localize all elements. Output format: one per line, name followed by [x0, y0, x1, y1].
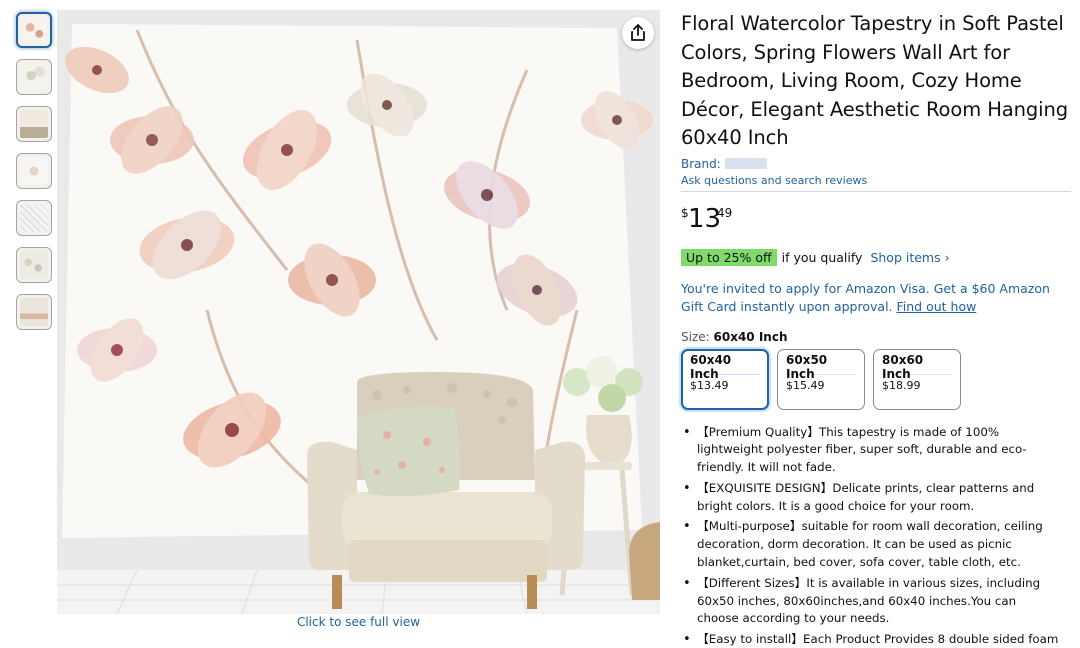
size-option-80x60[interactable]: 80x60 Inch $18.99: [873, 348, 961, 410]
price-fraction: 49: [717, 205, 733, 220]
visa-offer-text: You're invited to apply for Amazon Visa.…: [681, 280, 1050, 314]
product-details: Floral Watercolor Tapestry in Soft Paste…: [681, 10, 1071, 648]
shop-items-link[interactable]: Shop items ›: [870, 250, 949, 265]
brand-link[interactable]: Brand:: [681, 157, 721, 171]
size-option-name: 60x50 Inch: [786, 353, 856, 381]
size-option-price: $18.99: [882, 378, 921, 392]
thumbnail-2[interactable]: [16, 59, 52, 95]
thumbnail-6[interactable]: [16, 247, 52, 283]
share-icon: [631, 24, 645, 41]
feature-bullet: 【Multi-purpose】suitable for room wall de…: [681, 518, 1061, 571]
ask-questions-link[interactable]: Ask questions and search reviews: [681, 174, 1071, 192]
size-label: Size: 60x40 Inch: [681, 330, 1071, 344]
feature-bullet: 【EXQUISITE DESIGN】Delicate prints, clear…: [681, 480, 1061, 516]
thumbnail-4[interactable]: [16, 153, 52, 189]
feature-bullet: 【Easy to install】Each Product Provides 8…: [681, 631, 1061, 648]
thumbnail-7[interactable]: [16, 294, 52, 330]
click-to-see-full-view-link[interactable]: Click to see full view: [57, 615, 660, 629]
size-option-price: $13.49: [690, 378, 729, 392]
thumbnail-5[interactable]: [16, 200, 52, 236]
thumbnail-1[interactable]: [16, 12, 52, 48]
price: $ 13 49: [681, 204, 1071, 238]
deal-row: Up to 25% off if you qualify Shop items …: [681, 249, 1071, 267]
feature-bullets: 【Premium Quality】This tapestry is made o…: [681, 424, 1061, 648]
find-out-how-link[interactable]: Find out how: [897, 299, 977, 314]
size-option-60x40[interactable]: 60x40 Inch $13.49: [681, 348, 769, 410]
size-option-name: 80x60 Inch: [882, 353, 952, 381]
share-button[interactable]: [622, 17, 654, 49]
amazon-visa-offer: You're invited to apply for Amazon Visa.…: [681, 280, 1071, 316]
main-product-image[interactable]: [57, 10, 660, 614]
size-label-text: Size:: [681, 329, 710, 344]
brand-name-redacted: [724, 158, 767, 169]
brand-row: Brand:: [681, 156, 1071, 172]
thumbnail-3[interactable]: [16, 106, 52, 142]
thumbnail-strip: [16, 12, 54, 341]
size-selected-value: 60x40 Inch: [713, 329, 788, 344]
deal-badge: Up to 25% off: [681, 249, 777, 266]
deal-text: if you qualify: [781, 250, 863, 265]
product-title: Floral Watercolor Tapestry in Soft Paste…: [681, 12, 1069, 149]
tapestry-room-illustration: [57, 10, 660, 614]
feature-bullet: 【Different Sizes】It is available in vari…: [681, 575, 1061, 628]
size-option-name: 60x40 Inch: [690, 353, 760, 381]
size-options: 60x40 Inch $13.49 60x50 Inch $15.49 80x6…: [681, 348, 1071, 410]
size-option-price: $15.49: [786, 378, 825, 392]
size-option-60x50[interactable]: 60x50 Inch $15.49: [777, 348, 865, 410]
feature-bullet: 【Premium Quality】This tapestry is made o…: [681, 424, 1061, 477]
